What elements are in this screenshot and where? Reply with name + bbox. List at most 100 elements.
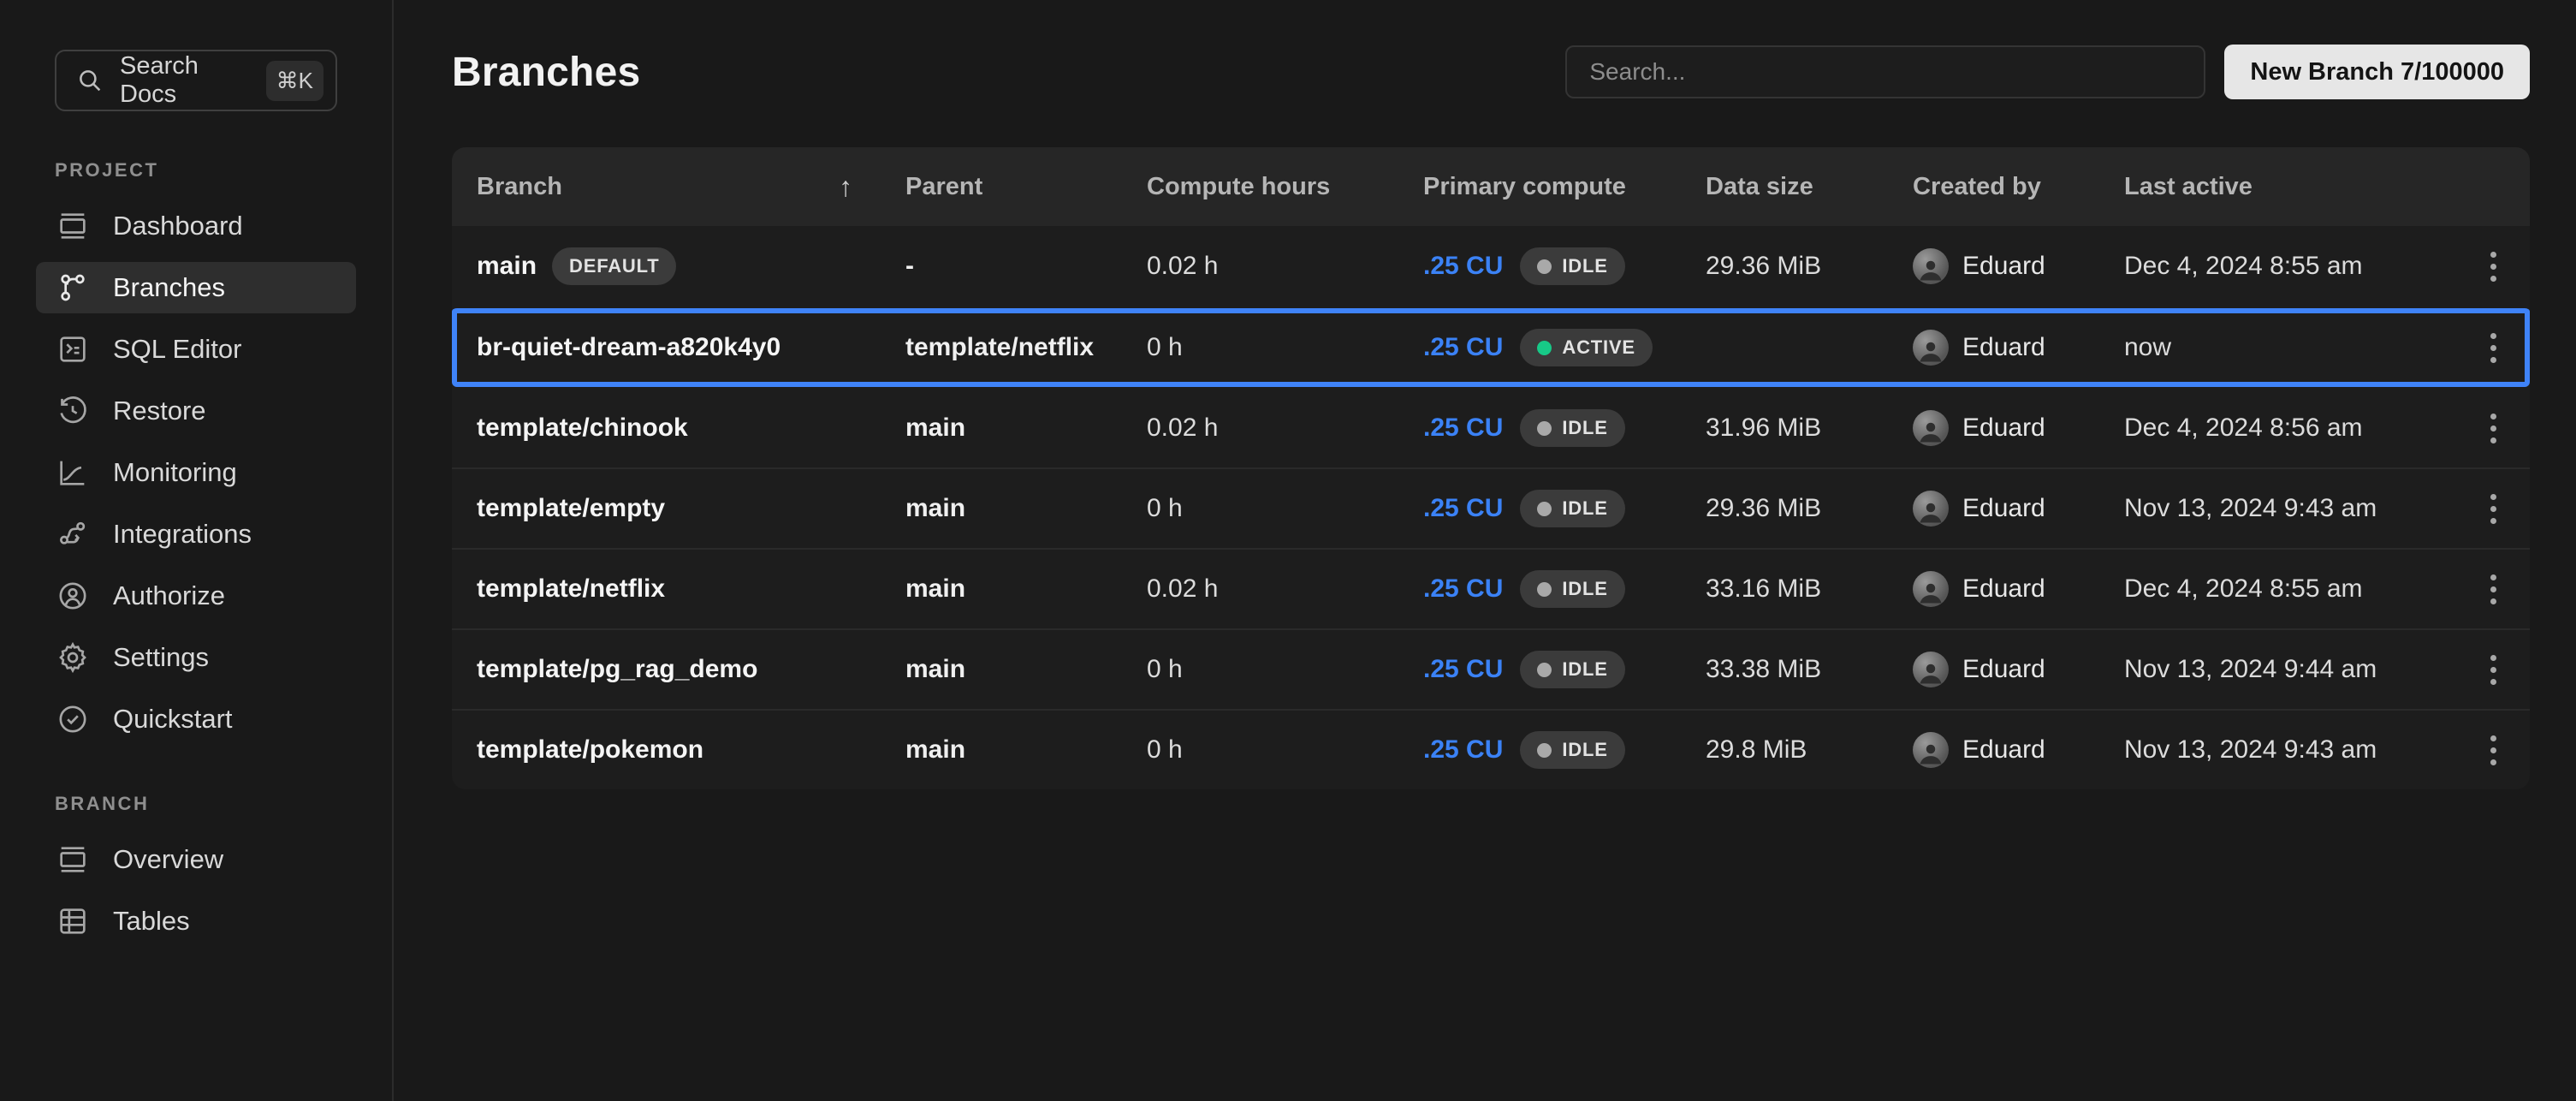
compute-units-link[interactable]: .25 CU [1423,333,1503,362]
sidebar: Search Docs ⌘K PROJECT Dashboard Branche… [0,0,394,1101]
status-dot-icon [1537,421,1552,436]
settings-icon [55,640,91,675]
compute-hours: 0.02 h [1147,414,1423,443]
compute-hours: 0 h [1147,494,1423,523]
column-header-created-by[interactable]: Created by [1913,173,2124,201]
compute-units-link[interactable]: .25 CU [1423,655,1503,684]
sidebar-item-monitoring[interactable]: Monitoring [36,447,356,498]
keyboard-shortcut-badge: ⌘K [266,61,323,101]
status-dot-icon [1537,502,1552,516]
row-menu-button[interactable] [2480,403,2507,454]
page-header: Branches New Branch 7/100000 [452,45,2530,99]
avatar [1913,330,1949,366]
table-row-template-empty[interactable]: template/empty main 0 h .25 CU IDLE 29.3… [452,467,2530,548]
parent-branch: main [905,735,1147,765]
sidebar-item-label: Dashboard [113,211,243,241]
sidebar-section-label: PROJECT [55,159,337,182]
sidebar-item-branches[interactable]: Branches [36,262,356,313]
branch-name: template/netflix [477,574,665,604]
sidebar-item-label: Quickstart [113,704,233,735]
column-header-data-size[interactable]: Data size [1706,173,1913,201]
column-header-parent[interactable]: Parent [905,173,1147,201]
status-dot-icon [1537,582,1552,597]
parent-branch: template/netflix [905,333,1147,362]
monitoring-icon [55,455,91,491]
branch-search-input[interactable] [1565,45,2205,98]
search-icon [75,66,104,95]
row-menu-button[interactable] [2480,725,2507,776]
parent-branch: main [905,494,1147,523]
sidebar-nav: PROJECT Dashboard Branches SQL Editor Re… [55,159,337,947]
sidebar-item-integrations[interactable]: Integrations [36,509,356,560]
status-badge: IDLE [1520,409,1624,447]
table-row-main[interactable]: main DEFAULT - 0.02 h .25 CU IDLE 29.36 … [452,226,2530,306]
column-header-last-active[interactable]: Last active [2124,173,2456,201]
compute-units-link[interactable]: .25 CU [1423,252,1503,281]
data-size: 31.96 MiB [1706,414,1913,443]
sidebar-item-label: Settings [113,642,209,673]
sidebar-item-dashboard[interactable]: Dashboard [36,200,356,252]
last-active: Dec 4, 2024 8:55 am [2124,574,2456,604]
sidebar-item-restore[interactable]: Restore [36,385,356,437]
sidebar-item-authorize[interactable]: Authorize [36,570,356,622]
main-content: Branches New Branch 7/100000 Branch ↑ Pa… [394,0,2576,1101]
row-menu-button[interactable] [2480,645,2507,695]
status-label: IDLE [1562,255,1607,277]
sidebar-item-label: SQL Editor [113,334,241,365]
created-by-name: Eduard [1962,333,2045,362]
status-label: IDLE [1562,658,1607,681]
last-active: Nov 13, 2024 9:43 am [2124,735,2456,765]
search-docs-button[interactable]: Search Docs ⌘K [55,50,337,111]
sidebar-item-tables[interactable]: Tables [36,896,356,947]
row-menu-button[interactable] [2480,323,2507,373]
sidebar-item-sql-editor[interactable]: SQL Editor [36,324,356,375]
last-active: now [2124,333,2456,362]
table-row-template-pg-rag-demo[interactable]: template/pg_rag_demo main 0 h .25 CU IDL… [452,628,2530,709]
row-menu-button[interactable] [2480,564,2507,615]
column-header-compute-hours[interactable]: Compute hours [1147,173,1423,201]
row-menu-button[interactable] [2480,484,2507,534]
branch-name: template/pokemon [477,735,703,765]
sidebar-section-label: BRANCH [55,793,337,815]
parent-branch: main [905,414,1147,443]
table-body: main DEFAULT - 0.02 h .25 CU IDLE 29.36 … [452,226,2530,789]
compute-units-link[interactable]: .25 CU [1423,735,1503,765]
status-label: IDLE [1562,497,1607,520]
sidebar-item-quickstart[interactable]: Quickstart [36,693,356,745]
table-row-template-netflix[interactable]: template/netflix main 0.02 h .25 CU IDLE… [452,548,2530,628]
status-label: IDLE [1562,417,1607,439]
compute-units-link[interactable]: .25 CU [1423,574,1503,604]
compute-hours: 0.02 h [1147,574,1423,604]
search-docs-label: Search Docs [120,52,251,109]
compute-units-link[interactable]: .25 CU [1423,414,1503,443]
sidebar-item-overview[interactable]: Overview [36,834,356,885]
tables-icon [55,903,91,939]
avatar [1913,652,1949,687]
new-branch-button[interactable]: New Branch 7/100000 [2224,45,2530,99]
branch-name: template/pg_rag_demo [477,655,757,684]
status-badge: IDLE [1520,570,1624,608]
table-header-row: Branch ↑ Parent Compute hours Primary co… [452,147,2530,226]
column-header-primary-compute[interactable]: Primary compute [1423,173,1706,201]
row-menu-button[interactable] [2480,241,2507,292]
created-by-name: Eduard [1962,494,2045,523]
status-badge: IDLE [1520,731,1624,769]
parent-branch: main [905,655,1147,684]
column-header-branch-label: Branch [477,173,562,201]
data-size: 33.16 MiB [1706,574,1913,604]
compute-hours: 0 h [1147,333,1423,362]
table-row-template-pokemon[interactable]: template/pokemon main 0 h .25 CU IDLE 29… [452,709,2530,789]
compute-units-link[interactable]: .25 CU [1423,494,1503,523]
table-row-template-chinook[interactable]: template/chinook main 0.02 h .25 CU IDLE… [452,387,2530,467]
integrations-icon [55,516,91,552]
branch-name: main [477,252,537,281]
compute-hours: 0 h [1147,735,1423,765]
branch-name: template/empty [477,494,665,523]
parent-branch: - [905,252,1147,281]
compute-hours: 0.02 h [1147,252,1423,281]
sidebar-item-settings[interactable]: Settings [36,632,356,683]
status-badge: IDLE [1520,651,1624,688]
column-header-branch[interactable]: Branch ↑ [477,171,905,203]
created-by-name: Eduard [1962,414,2045,443]
table-row-br-quiet-dream-a820k4y0[interactable]: br-quiet-dream-a820k4y0 template/netflix… [452,306,2530,387]
